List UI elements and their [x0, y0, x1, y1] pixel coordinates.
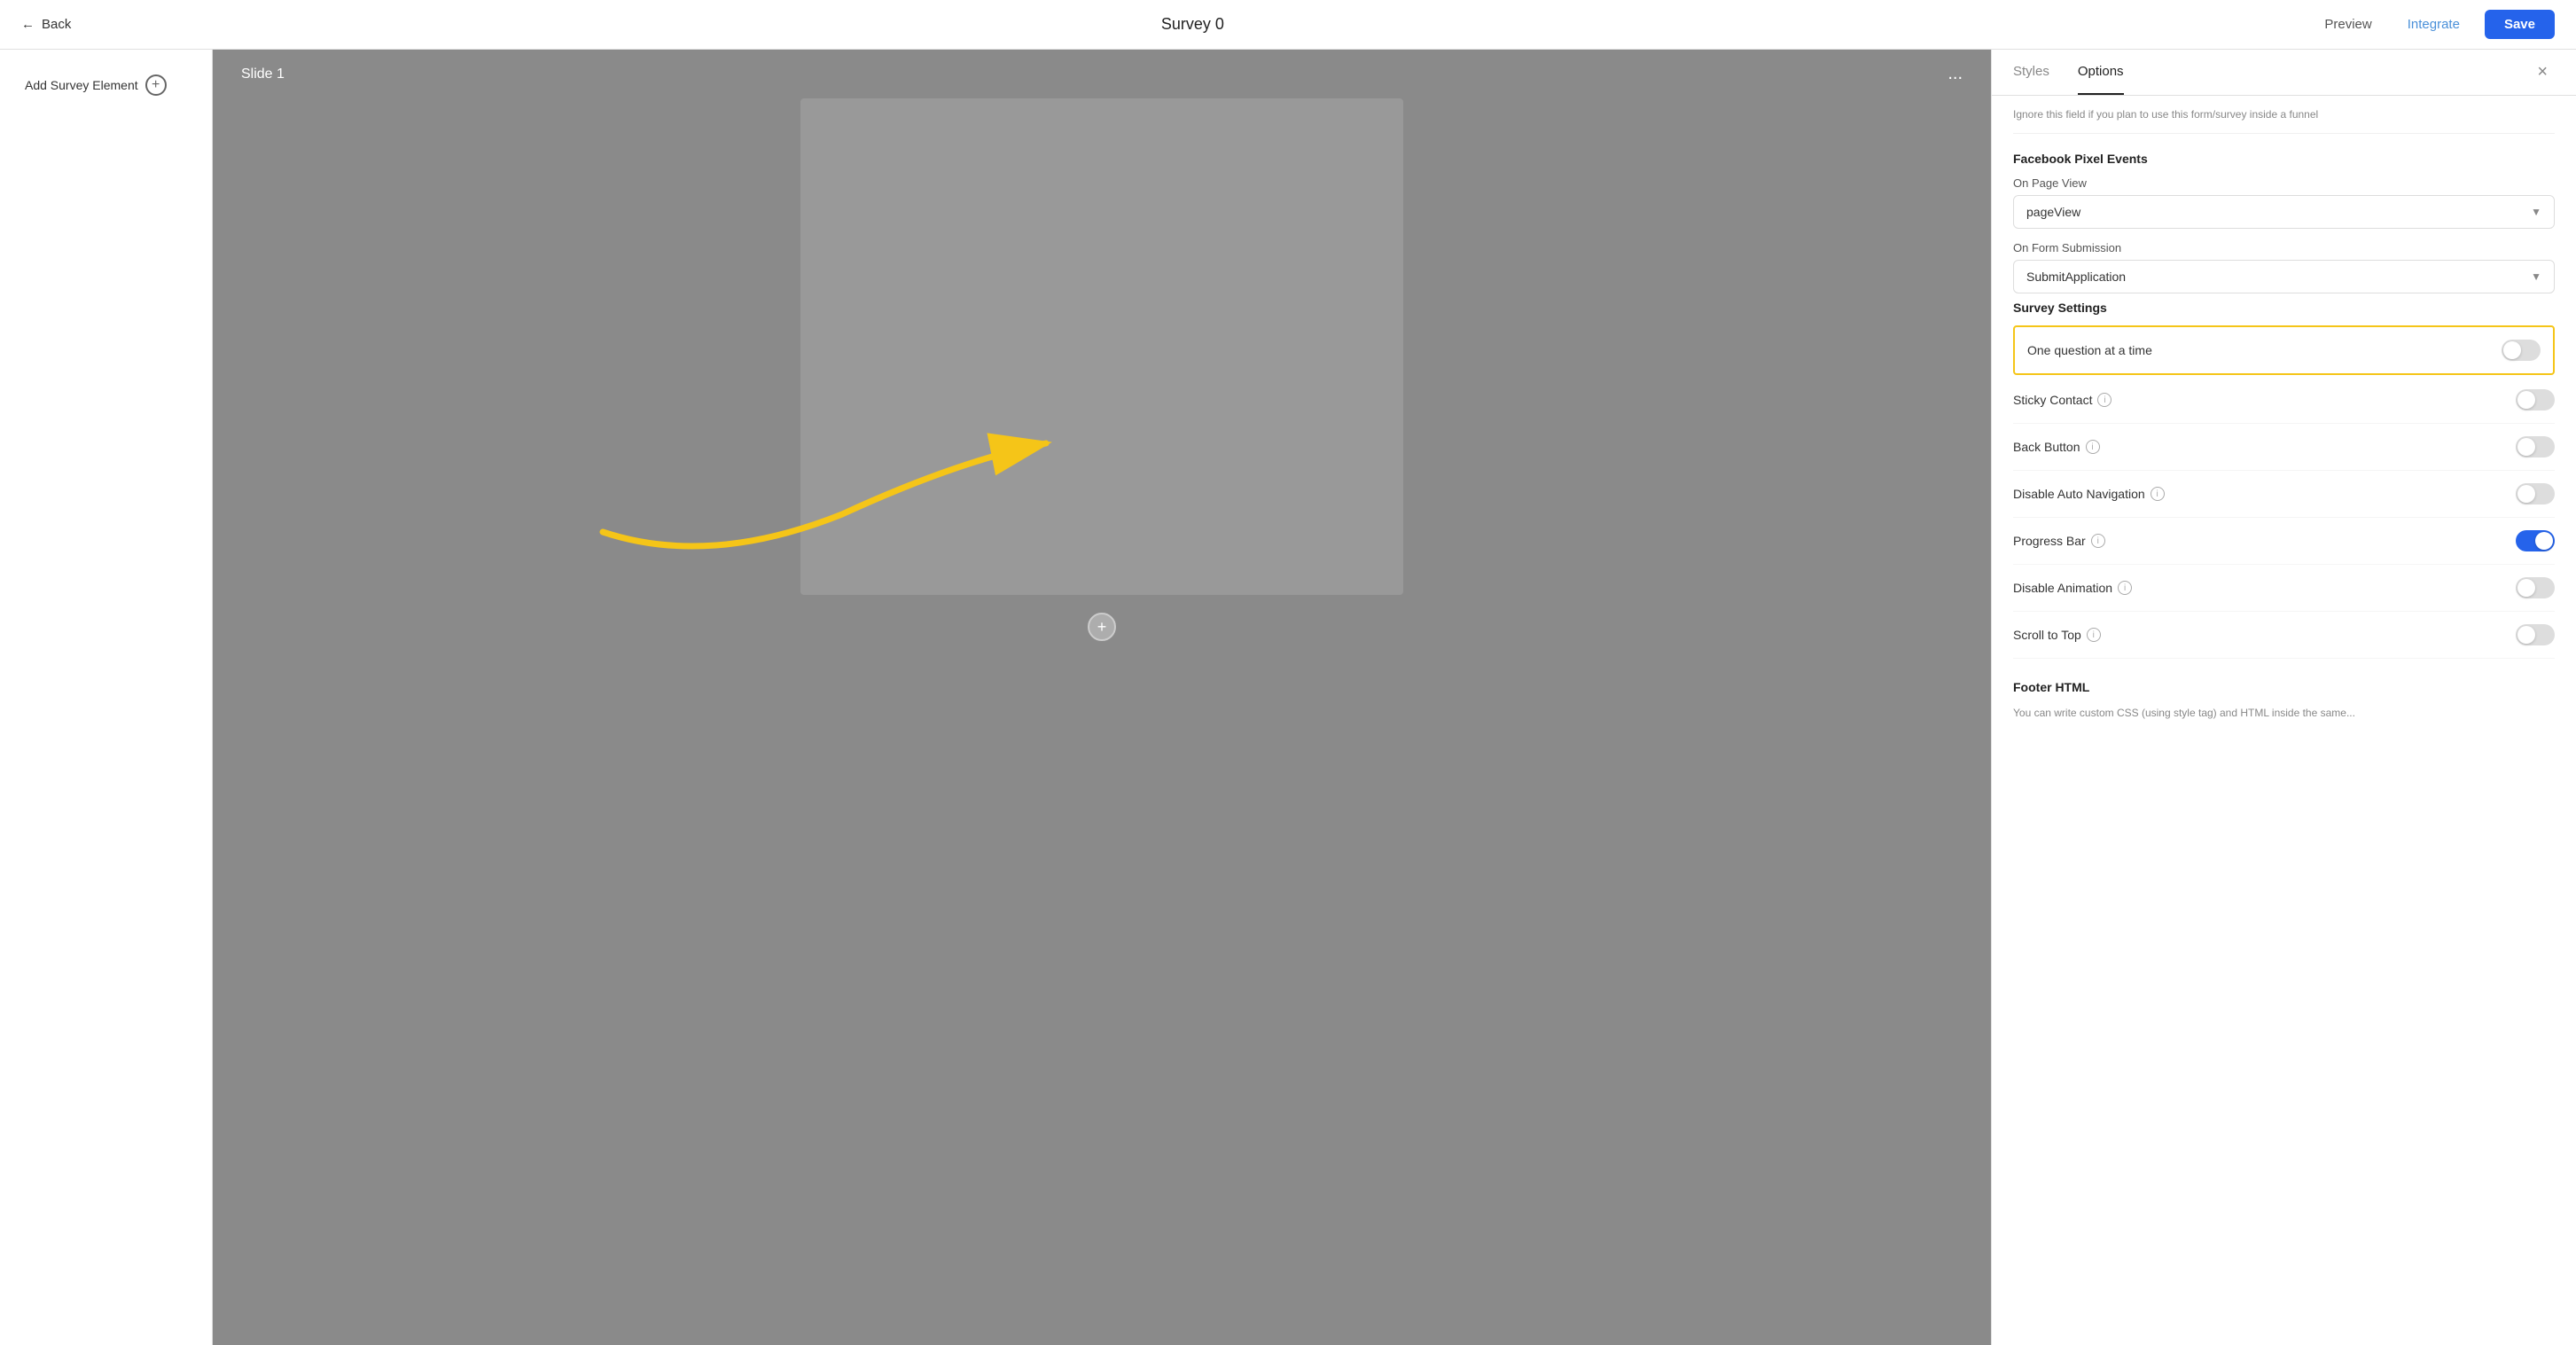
toggle-thumb-6: [2517, 579, 2535, 597]
facebook-pixel-section-title: Facebook Pixel Events: [2013, 152, 2555, 166]
toggle-row-one-question: One question at a time: [2013, 325, 2555, 375]
add-element-label: Add Survey Element: [25, 77, 138, 93]
form-submission-value: SubmitApplication: [2026, 270, 2126, 284]
on-form-submission-label: On Form Submission: [2013, 241, 2555, 254]
panel-tabs: Styles Options ×: [1992, 50, 2576, 96]
toggle-track-6[interactable]: [2516, 577, 2555, 598]
one-question-toggle[interactable]: [2502, 340, 2541, 361]
toggle-thumb-5: [2535, 532, 2553, 550]
disable-animation-toggle[interactable]: [2516, 577, 2555, 598]
toggle-row-back-button: Back Button i: [2013, 424, 2555, 471]
progress-bar-toggle[interactable]: [2516, 530, 2555, 551]
top-nav: ← Back Survey 0 Preview Integrate Save: [0, 0, 2576, 50]
progress-bar-label: Progress Bar: [2013, 534, 2086, 548]
toggle-row-progress-bar: Progress Bar i: [2013, 518, 2555, 565]
disable-auto-nav-toggle[interactable]: [2516, 483, 2555, 504]
nav-actions: Preview Integrate Save: [2314, 10, 2555, 39]
sticky-contact-toggle[interactable]: [2516, 389, 2555, 411]
dropdown-arrow-icon: ▼: [2531, 206, 2541, 218]
back-arrow-icon: ←: [21, 17, 35, 32]
funnel-info-text: Ignore this field if you plan to use thi…: [2013, 96, 2555, 134]
toggle-track-7[interactable]: [2516, 624, 2555, 645]
preview-button[interactable]: Preview: [2314, 12, 2382, 37]
one-question-label: One question at a time: [2027, 343, 2152, 357]
dropdown-arrow-icon-2: ▼: [2531, 270, 2541, 283]
toggle-row-disable-auto-nav: Disable Auto Navigation i: [2013, 471, 2555, 518]
toggle-thumb-2: [2517, 391, 2535, 409]
toggle-track-3[interactable]: [2516, 436, 2555, 457]
sticky-contact-info-icon[interactable]: i: [2097, 393, 2112, 407]
back-button-label: Back Button: [2013, 440, 2080, 454]
scroll-to-top-toggle[interactable]: [2516, 624, 2555, 645]
on-page-view-label: On Page View: [2013, 176, 2555, 190]
save-button[interactable]: Save: [2485, 10, 2555, 39]
disable-auto-nav-info-icon[interactable]: i: [2151, 487, 2165, 501]
tab-options[interactable]: Options: [2078, 50, 2124, 95]
add-survey-element-button[interactable]: Add Survey Element +: [14, 67, 177, 103]
integrate-button[interactable]: Integrate: [2397, 12, 2471, 37]
disable-auto-nav-label: Disable Auto Navigation: [2013, 487, 2145, 501]
back-button-toggle[interactable]: [2516, 436, 2555, 457]
tab-styles[interactable]: Styles: [2013, 50, 2049, 95]
survey-settings-title: Survey Settings: [2013, 301, 2555, 315]
plus-icon: +: [145, 74, 167, 96]
page-title: Survey 0: [1161, 15, 1224, 34]
main-canvas: Slide 1 ... +: [213, 50, 1991, 1345]
close-icon[interactable]: ×: [2530, 55, 2555, 90]
page-view-dropdown[interactable]: pageView ▼: [2013, 195, 2555, 229]
page-view-value: pageView: [2026, 205, 2080, 219]
disable-animation-label: Disable Animation: [2013, 581, 2112, 595]
back-button-info-icon[interactable]: i: [2086, 440, 2100, 454]
toggle-track-4[interactable]: [2516, 483, 2555, 504]
slide-header: Slide 1 ...: [213, 50, 1991, 98]
toggle-thumb-3: [2517, 438, 2535, 456]
toggle-thumb: [2503, 341, 2521, 359]
add-slide-button[interactable]: +: [1088, 613, 1116, 641]
progress-bar-info-icon[interactable]: i: [2091, 534, 2105, 548]
scroll-to-top-info-icon[interactable]: i: [2087, 628, 2101, 642]
slide-title: Slide 1: [241, 66, 285, 82]
scroll-to-top-label: Scroll to Top: [2013, 628, 2081, 642]
toggle-track[interactable]: [2502, 340, 2541, 361]
back-label: Back: [42, 17, 71, 32]
footer-html-title: Footer HTML: [2013, 680, 2555, 694]
panel-content: Ignore this field if you plan to use thi…: [1992, 96, 2576, 742]
disable-animation-info-icon[interactable]: i: [2118, 581, 2132, 595]
sticky-contact-label: Sticky Contact: [2013, 393, 2092, 407]
tab-group: Styles Options: [2013, 50, 2124, 95]
slide-options-icon[interactable]: ...: [1948, 64, 1963, 84]
slide-content-area: [800, 98, 1403, 595]
toggle-row-sticky-contact: Sticky Contact i: [2013, 377, 2555, 424]
toggle-row-disable-animation: Disable Animation i: [2013, 565, 2555, 612]
back-button[interactable]: ← Back: [21, 17, 71, 32]
toggle-track-2[interactable]: [2516, 389, 2555, 411]
toggle-row-scroll-to-top: Scroll to Top i: [2013, 612, 2555, 659]
right-panel: Styles Options × Ignore this field if yo…: [1991, 50, 2576, 1345]
form-submission-dropdown[interactable]: SubmitApplication ▼: [2013, 260, 2555, 293]
sidebar-left: Add Survey Element +: [0, 50, 213, 1345]
footer-html-description: You can write custom CSS (using style ta…: [2013, 705, 2555, 721]
toggle-track-5[interactable]: [2516, 530, 2555, 551]
toggle-thumb-7: [2517, 626, 2535, 644]
toggle-thumb-4: [2517, 485, 2535, 503]
